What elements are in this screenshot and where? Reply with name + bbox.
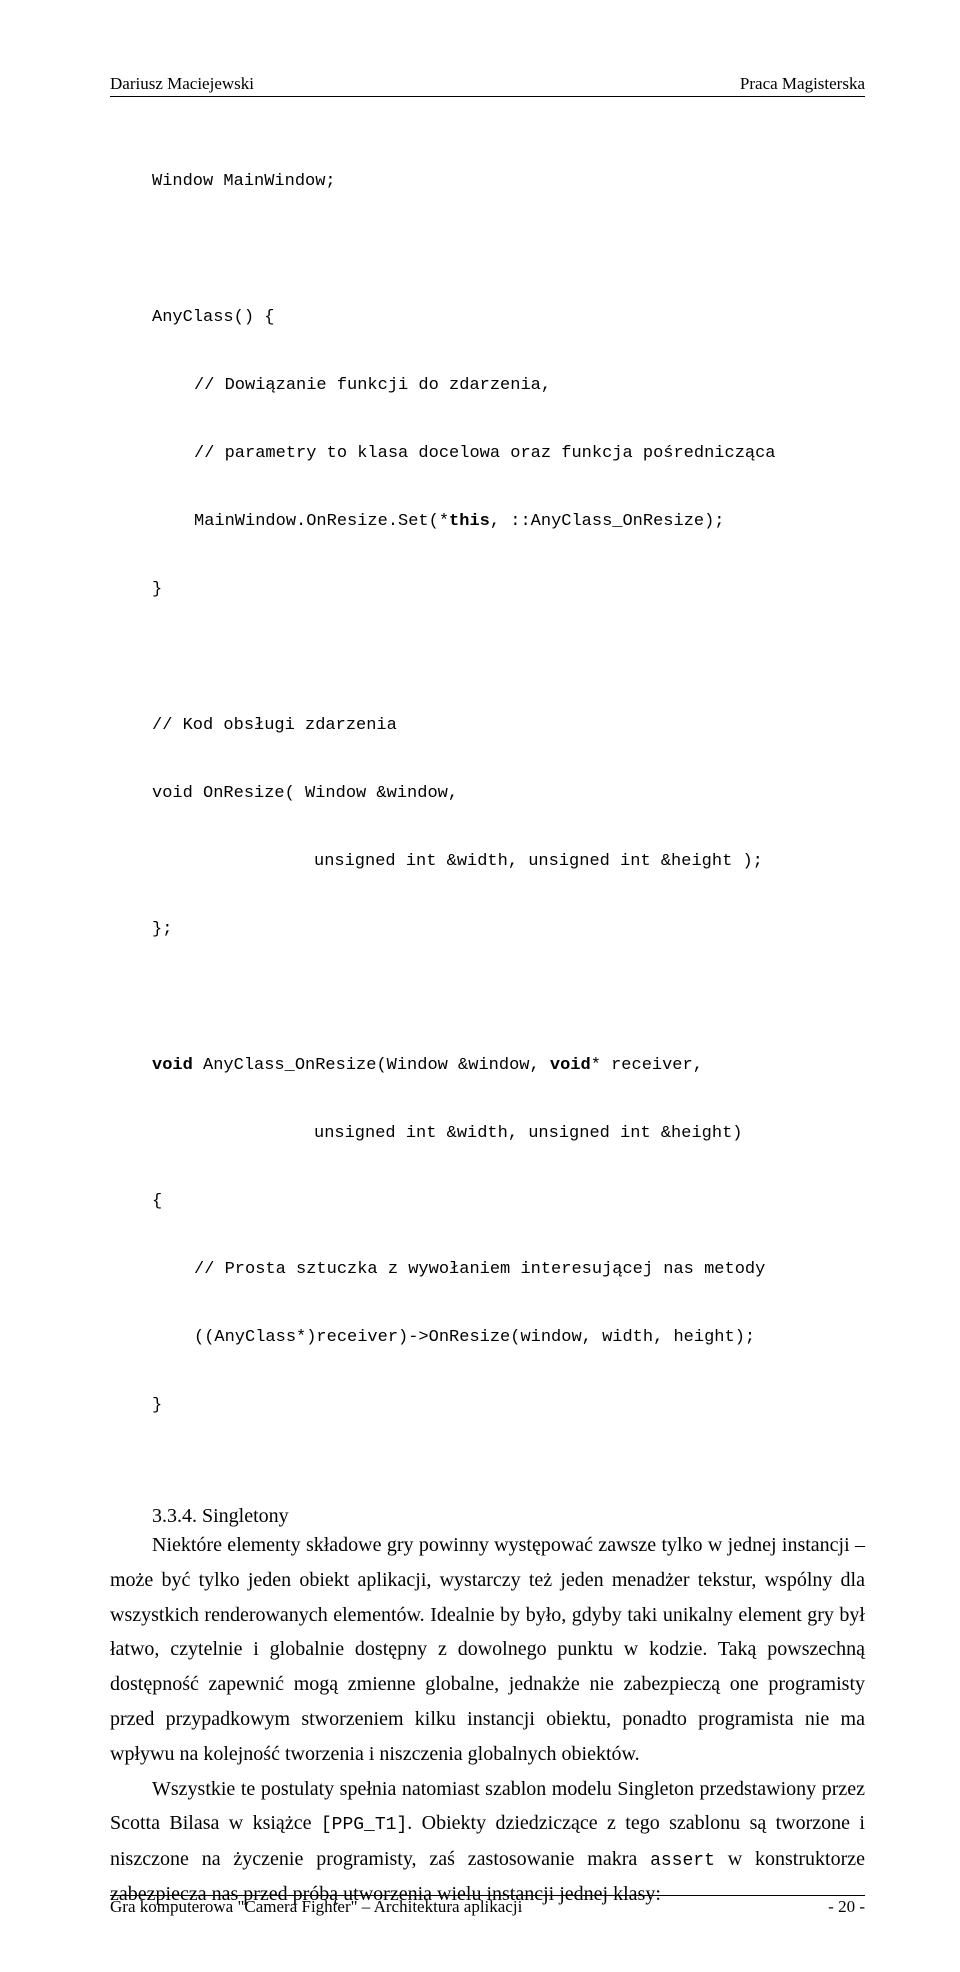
footer-page-number: - 20 - <box>828 1897 865 1917</box>
code-line: unsigned int &width, unsigned int &heigh… <box>314 1124 742 1143</box>
section-title: Singletony <box>202 1505 289 1527</box>
inline-code: [PPG_T1] <box>321 1815 407 1835</box>
code-listing: Window MainWindow; AnyClass() { // Dowią… <box>110 131 865 1491</box>
code-line: } <box>152 580 162 599</box>
body-paragraphs: Niektóre elementy składowe gry powinny w… <box>110 1528 865 1912</box>
section-number: 3.3.4. <box>152 1505 197 1527</box>
header-author: Dariusz Maciejewski <box>110 74 254 94</box>
page-footer: Gra komputerowa "Camera Fighter" – Archi… <box>110 1895 865 1917</box>
paragraph: Niektóre elementy składowe gry powinny w… <box>110 1528 865 1772</box>
inline-code: assert <box>650 1851 715 1871</box>
code-line: , ::AnyClass_OnResize); <box>490 512 725 531</box>
code-line: } <box>152 1396 162 1415</box>
paragraph: Wszystkie te postulaty spełnia natomiast… <box>110 1772 865 1912</box>
code-line: AnyClass_OnResize(Window &window, <box>193 1056 550 1075</box>
code-line: unsigned int &width, unsigned int &heigh… <box>314 852 763 871</box>
code-line: * receiver, <box>591 1056 703 1075</box>
code-line: void OnResize( Window &window, <box>152 784 458 803</box>
code-line: { <box>152 1192 162 1211</box>
code-line: MainWindow.OnResize.Set(* <box>194 512 449 531</box>
code-line: }; <box>152 920 172 939</box>
footer-left: Gra komputerowa "Camera Fighter" – Archi… <box>110 1897 522 1917</box>
header-title: Praca Magisterska <box>740 74 865 94</box>
section-heading: 3.3.4. Singletony <box>110 1505 865 1528</box>
code-keyword: void <box>152 1056 193 1075</box>
code-keyword: void <box>550 1056 591 1075</box>
code-line: // parametry to klasa docelowa oraz funk… <box>194 444 776 463</box>
code-line: // Kod obsługi zdarzenia <box>152 716 397 735</box>
code-line: // Dowiązanie funkcji do zdarzenia, <box>194 376 551 395</box>
code-line: AnyClass() { <box>152 308 274 327</box>
code-line: // Prosta sztuczka z wywołaniem interesu… <box>194 1260 765 1279</box>
code-line: ((AnyClass*)receiver)->OnResize(window, … <box>194 1328 755 1347</box>
code-line: Window MainWindow; <box>152 172 336 191</box>
code-keyword: this <box>449 512 490 531</box>
page-header: Dariusz Maciejewski Praca Magisterska <box>110 74 865 97</box>
document-page: Dariusz Maciejewski Praca Magisterska Wi… <box>0 0 960 1972</box>
